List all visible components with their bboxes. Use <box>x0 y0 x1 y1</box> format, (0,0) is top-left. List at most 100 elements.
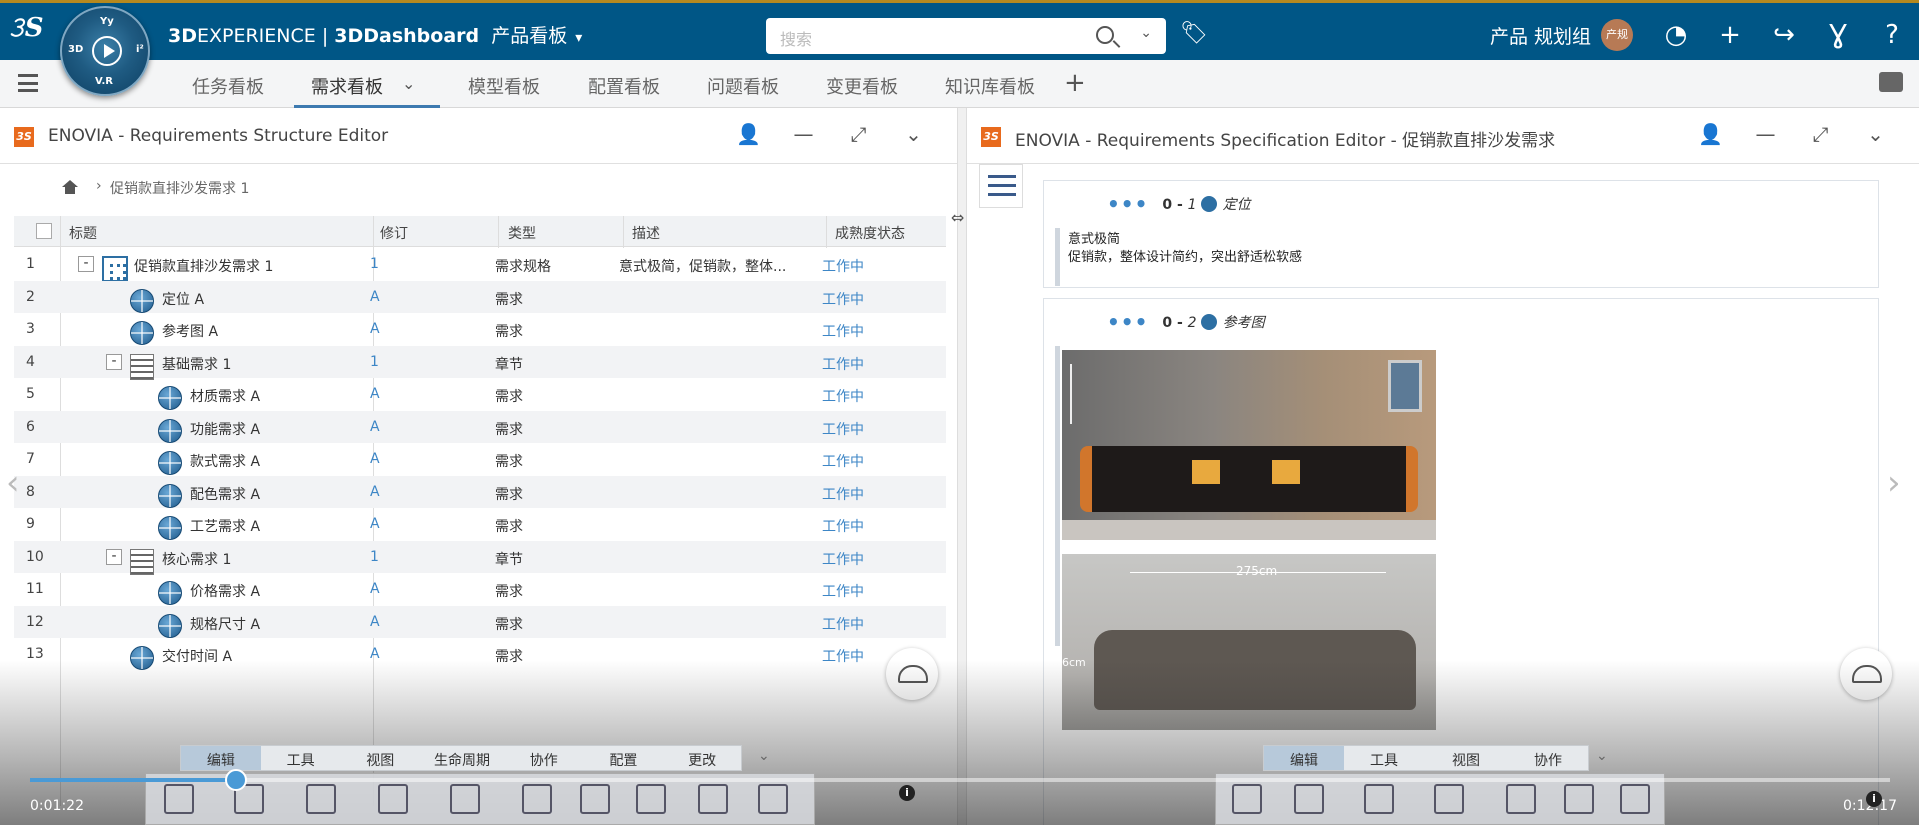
row-title[interactable]: 规格尺寸 A <box>190 614 260 634</box>
table-row[interactable]: 3 参考图 A A 需求 工作中 <box>14 313 946 346</box>
reorder-icon[interactable] <box>636 784 666 814</box>
section-header-positioning[interactable]: ••• 0 - 1 定位 <box>1107 192 1251 216</box>
collapse-toolbar-icon[interactable]: ⌄ <box>758 748 770 764</box>
table-row[interactable]: 12 规格尺寸 A A 需求 工作中 <box>14 605 946 638</box>
action-tab-configure[interactable]: 配置 <box>584 746 664 770</box>
tab-issues[interactable]: 问题看板 <box>707 73 779 99</box>
action-tab-view[interactable]: 视图 <box>340 746 420 770</box>
tab-configuration[interactable]: 配置看板 <box>588 73 660 99</box>
user-label[interactable]: 产品 规划组 <box>1490 22 1591 49</box>
row-title[interactable]: 基础需求 1 <box>162 354 231 374</box>
share-bubble-icon[interactable]: ◔ <box>1649 20 1703 50</box>
table-row[interactable]: 9 工艺需求 A A 需求 工作中 <box>14 508 946 541</box>
apps-icon[interactable]: Ɣ <box>1811 20 1865 50</box>
collapse-toolbar-icon[interactable]: ⌄ <box>1596 748 1608 764</box>
chevron-down-icon[interactable]: ⌄ <box>402 74 415 93</box>
maximize-icon[interactable]: ⤢ <box>831 122 886 146</box>
minimize-icon[interactable]: — <box>776 122 831 146</box>
action-tab-edit[interactable]: 编辑 <box>181 746 261 770</box>
column-header-maturity[interactable]: 成熟度状态 <box>835 223 905 243</box>
row-title[interactable]: 款式需求 A <box>190 451 260 471</box>
column-header-title[interactable]: 标题 <box>69 223 97 243</box>
chevron-down-icon[interactable]: ⌄ <box>886 122 941 146</box>
table-row[interactable]: - 4 基础需求 1 1 章节 工作中 <box>14 345 946 380</box>
collapse-toggle-icon[interactable]: - <box>78 256 94 272</box>
delete-icon[interactable] <box>1506 784 1536 814</box>
search-box[interactable]: 搜索 ⌄ <box>766 18 1166 54</box>
info-icon[interactable]: i <box>899 785 915 801</box>
list-icon[interactable] <box>1564 784 1594 814</box>
home-icon[interactable] <box>62 180 78 194</box>
row-title[interactable]: 核心需求 1 <box>162 549 231 569</box>
column-header-description[interactable]: 描述 <box>632 223 660 243</box>
table-row[interactable]: 8 配色需求 A A 需求 工作中 <box>14 475 946 508</box>
action-tab-view[interactable]: 视图 <box>1424 746 1508 770</box>
compass-widget[interactable]: Yy 3D i² V.R <box>60 6 150 96</box>
chevron-left-icon[interactable]: ‹ <box>6 463 20 503</box>
select-all-checkbox[interactable] <box>36 223 52 239</box>
row-title[interactable]: 参考图 A <box>162 321 218 341</box>
search-icon[interactable] <box>1096 26 1114 44</box>
insert-new-icon[interactable] <box>1294 784 1324 814</box>
structure-icon[interactable] <box>164 784 194 814</box>
collapse-toggle-icon[interactable]: - <box>106 353 122 370</box>
row-title[interactable]: 价格需求 A <box>190 581 260 601</box>
insert-new-icon[interactable] <box>306 784 336 814</box>
tab-models[interactable]: 模型看板 <box>468 73 540 99</box>
row-title[interactable]: 材质需求 A <box>190 386 260 406</box>
action-tab-change[interactable]: 更改 <box>663 746 741 770</box>
video-progress-bar[interactable] <box>30 769 1890 791</box>
row-title[interactable]: 定位 A <box>162 289 204 309</box>
row-title[interactable]: 促销款直排沙发需求 1 <box>134 256 273 276</box>
replace-icon[interactable] <box>450 784 480 814</box>
table-row[interactable]: 2 定位 A A 需求 工作中 <box>14 280 946 313</box>
insert-requirement-icon[interactable] <box>1364 784 1394 814</box>
action-tab-collaborate[interactable]: 协作 <box>1508 746 1588 770</box>
share-arrow-icon[interactable]: ↪ <box>1757 20 1811 50</box>
action-tab-lifecycle[interactable]: 生命周期 <box>420 746 504 770</box>
search-input[interactable]: 搜索 <box>780 26 812 50</box>
table-row[interactable]: 7 款式需求 A A 需求 工作中 <box>14 443 946 476</box>
table-row[interactable]: 11 价格需求 A A 需求 工作中 <box>14 573 946 606</box>
breadcrumb[interactable]: 促销款直排沙发需求 1 <box>110 178 249 198</box>
more-icon[interactable]: ••• <box>1107 310 1148 334</box>
row-title[interactable]: 配色需求 A <box>190 484 260 504</box>
maximize-icon[interactable]: ⤢ <box>1793 122 1848 146</box>
help-icon[interactable]: ? <box>1865 20 1919 50</box>
column-header-type[interactable]: 类型 <box>508 223 536 243</box>
list-view-icon[interactable] <box>979 164 1023 208</box>
tab-tasks[interactable]: 任务看板 <box>192 73 264 99</box>
insert-requirement-icon[interactable] <box>378 784 408 814</box>
tab-knowledge[interactable]: 知识库看板 <box>945 73 1035 99</box>
play-icon[interactable] <box>92 36 122 66</box>
replace-icon[interactable] <box>1434 784 1464 814</box>
edit-icon[interactable] <box>1620 784 1650 814</box>
user-settings-icon[interactable]: 👤 <box>721 122 776 146</box>
attach-icon[interactable] <box>522 784 552 814</box>
list-icon[interactable] <box>698 784 728 814</box>
column-header-revision[interactable]: 修订 <box>380 223 408 243</box>
chat-icon[interactable] <box>1879 72 1903 92</box>
chevron-down-icon[interactable]: ⌄ <box>1848 122 1903 146</box>
tag-icon[interactable]: 🏷 <box>1180 21 1208 46</box>
chevron-down-icon[interactable]: ⌄ <box>1140 25 1152 41</box>
row-title[interactable]: 工艺需求 A <box>190 516 260 536</box>
document-icon[interactable] <box>758 784 788 814</box>
app-title[interactable]: 3DEXPERIENCE | 3DDashboard 产品看板 ▾ <box>168 21 582 48</box>
table-row[interactable]: 6 功能需求 A A 需求 工作中 <box>14 410 946 443</box>
add-icon[interactable]: + <box>1703 20 1757 50</box>
tab-changes[interactable]: 变更看板 <box>826 73 898 99</box>
section-body-positioning[interactable]: 意式极简 促销款，整体设计简约，突出舒适松软感 <box>1055 228 1871 286</box>
multi-select-icon[interactable] <box>1232 784 1262 814</box>
row-title[interactable]: 功能需求 A <box>190 419 260 439</box>
menu-icon[interactable] <box>18 74 38 92</box>
table-row[interactable]: - 10 核心需求 1 1 章节 工作中 <box>14 540 946 575</box>
add-tab-icon[interactable]: + <box>1064 68 1086 98</box>
table-row[interactable]: 5 材质需求 A A 需求 工作中 <box>14 378 946 411</box>
collapse-toggle-icon[interactable]: - <box>106 548 122 565</box>
chevron-right-icon[interactable]: › <box>1887 463 1901 503</box>
action-tab-collaborate[interactable]: 协作 <box>504 746 584 770</box>
action-tab-tools[interactable]: 工具 <box>261 746 341 770</box>
section-header-reference[interactable]: ••• 0 - 2 参考图 <box>1107 310 1265 334</box>
info-icon[interactable]: i <box>1866 791 1882 807</box>
